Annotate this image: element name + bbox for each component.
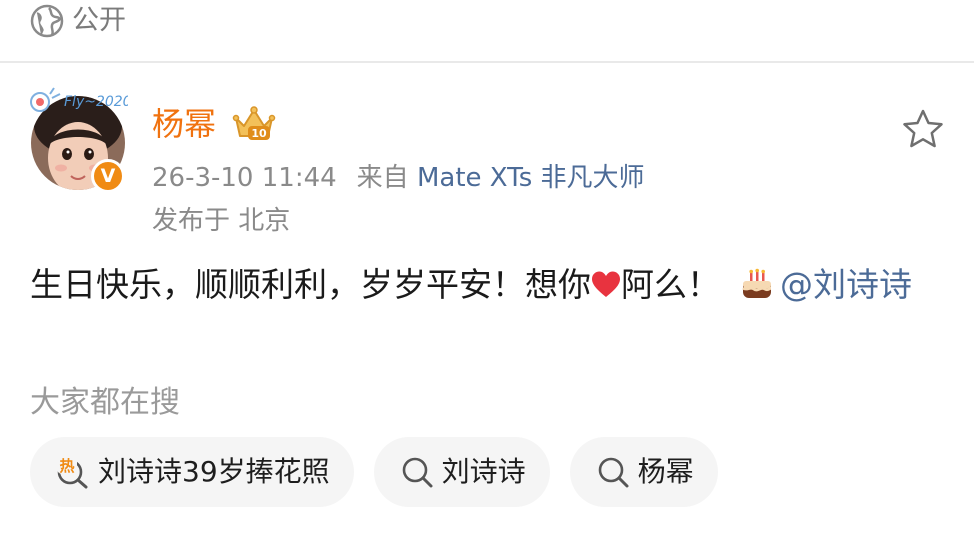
avatar-decoration: Fly~2020 [30, 87, 128, 112]
star-icon[interactable] [902, 108, 944, 150]
search-chip-label: 刘诗诗39岁捧花照 [98, 455, 330, 488]
post-timestamp: 26-3-10 11:44 [152, 163, 337, 193]
visibility-bar: 公开 [0, 0, 974, 62]
visibility-label: 公开 [72, 5, 126, 36]
level-number: 10 [251, 127, 267, 140]
hot-search-icon: 热 [57, 456, 88, 489]
search-chip[interactable]: 杨幂 [569, 437, 718, 507]
crown-level-icon[interactable]: 10 [232, 104, 276, 144]
search-chip[interactable]: 刘诗诗 [373, 437, 550, 507]
post-location: 发布于 北京 [152, 206, 291, 236]
author-name[interactable]: 杨幂 [152, 102, 216, 146]
source-prefix: 来自 [356, 163, 409, 193]
post-meta: 26-3-10 11:44 来自 Mate XTs 非凡大师 [152, 158, 645, 198]
verified-badge: V [91, 159, 125, 193]
heart-emoji-icon [592, 271, 620, 297]
divider [0, 61, 974, 63]
source-device-link[interactable]: Mate XTs 非凡大师 [417, 163, 645, 193]
avatar-caption: Fly~2020 [64, 94, 128, 110]
search-suggestions: 热 刘诗诗39岁捧花照 刘诗诗 杨幂 [30, 437, 718, 507]
search-icon [402, 457, 433, 488]
mention-link[interactable]: @刘诗诗 [780, 265, 912, 304]
search-chip-label: 刘诗诗 [441, 455, 526, 488]
post-text-part2: 阿么！ [621, 265, 720, 304]
search-suggestions-heading: 大家都在搜 [30, 385, 180, 420]
post-text-part1: 生日快乐，顺顺利利，岁岁平安！想你 [30, 265, 591, 304]
search-icon [598, 457, 629, 488]
search-chip-hot[interactable]: 热 刘诗诗39岁捧花照 [30, 437, 354, 507]
search-chip-label: 杨幂 [637, 455, 694, 488]
cake-emoji-icon [742, 268, 772, 298]
hot-icon-label: 热 [59, 457, 74, 475]
globe-icon [30, 4, 64, 38]
post-body: 生日快乐，顺顺利利，岁岁平安！想你 阿么！ @刘诗诗 [30, 260, 930, 310]
